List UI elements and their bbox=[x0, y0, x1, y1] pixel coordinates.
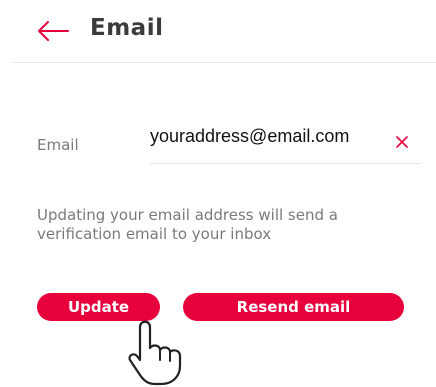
hand-pointer-icon bbox=[127, 314, 185, 386]
info-text-line-1: Updating your email address will send a bbox=[37, 206, 338, 224]
email-input[interactable] bbox=[150, 122, 372, 150]
resend-email-button[interactable]: Resend email bbox=[183, 293, 404, 321]
email-input-underline bbox=[150, 163, 420, 164]
info-text-line-2: verification email to your inbox bbox=[37, 225, 272, 243]
close-icon[interactable] bbox=[394, 134, 410, 150]
back-arrow-icon[interactable] bbox=[36, 19, 70, 43]
page-title: Email bbox=[90, 15, 164, 41]
info-text: Updating your email address will send a … bbox=[37, 206, 432, 244]
header-divider bbox=[12, 62, 436, 63]
app-header: Email bbox=[0, 0, 436, 62]
email-label: Email bbox=[37, 136, 79, 154]
